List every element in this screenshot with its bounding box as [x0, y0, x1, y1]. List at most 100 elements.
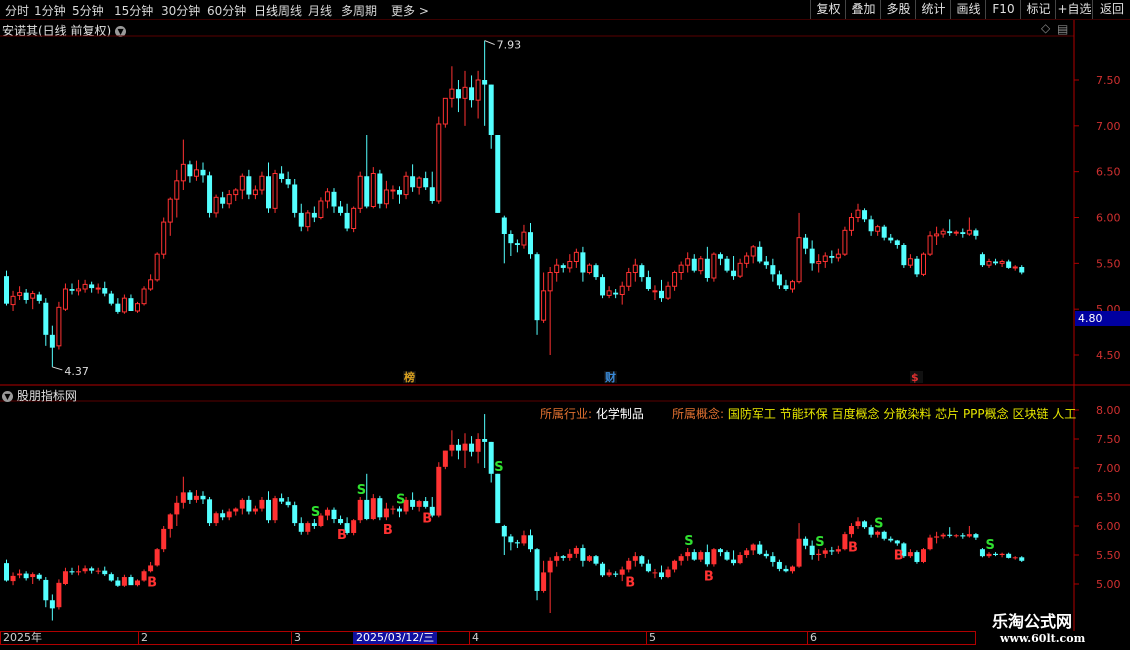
candle-body — [397, 190, 402, 195]
candle-body — [252, 508, 258, 512]
chevron-down-icon[interactable]: ▼ — [2, 391, 13, 402]
indicator-candle — [148, 561, 154, 573]
indicator-candle — [704, 544, 710, 567]
candle-body — [763, 261, 769, 266]
candle-body — [966, 534, 972, 537]
main-candle — [370, 167, 376, 209]
indicator-candle — [95, 567, 101, 575]
indicator-candle — [966, 526, 972, 538]
indicator-candle — [1012, 556, 1018, 560]
date-label-feb: 2 — [138, 632, 148, 644]
signal-s-1: S — [311, 505, 320, 520]
candlestick-chart[interactable]: 7.50 7.00 6.50 6.00 5.50 5.00 4.50 8.00 7.50 7.00… — [0, 0, 1130, 650]
candle-body — [750, 544, 756, 551]
candle-body — [514, 243, 520, 245]
candle-body — [659, 290, 664, 299]
candle-body — [914, 258, 920, 275]
main-candle — [803, 234, 809, 255]
candle-body — [292, 505, 298, 524]
candle-body — [292, 184, 298, 213]
candle-body — [462, 443, 468, 451]
indicator-candle — [17, 569, 23, 579]
candle-body — [999, 261, 1005, 264]
candle-body — [128, 577, 134, 586]
candle-body — [121, 297, 127, 313]
main-candle — [154, 252, 160, 282]
candle-body — [357, 499, 363, 521]
main-candle — [914, 256, 920, 278]
main-candle — [239, 173, 245, 200]
indicator-candle — [842, 531, 848, 551]
candle-body — [783, 568, 789, 572]
main-candle — [645, 270, 651, 291]
ind-y-tick-0: 8.00 — [1096, 404, 1121, 417]
indicator-candle — [436, 462, 442, 518]
candle-body — [226, 194, 232, 205]
candle-body — [49, 600, 55, 609]
date-axis[interactable]: 2025年 2 3 2025/03/12/三 4 5 6 — [0, 631, 976, 645]
indicator-candle — [763, 550, 769, 559]
main-candle — [593, 263, 599, 280]
main-candle — [567, 254, 573, 273]
main-candle — [416, 176, 422, 195]
candle-body — [999, 553, 1005, 555]
main-candle — [102, 281, 108, 297]
indicator-candle — [999, 552, 1005, 558]
candle-body — [534, 254, 540, 321]
main-candle — [678, 261, 684, 280]
candle-body — [842, 229, 848, 255]
main-candle — [305, 210, 311, 232]
candle-body — [377, 498, 383, 518]
candle-body — [790, 281, 795, 290]
candle-body — [30, 293, 36, 299]
candle-body — [193, 495, 199, 500]
concept-label: 所属概念: — [672, 407, 725, 421]
main-candle — [927, 231, 933, 256]
indicator-candle — [56, 579, 62, 610]
candle-body — [62, 288, 68, 310]
ind-y-tick-1: 7.50 — [1096, 433, 1121, 446]
indicator-candle — [698, 550, 704, 562]
candle-body — [17, 292, 23, 296]
low-price-label: 4.37 — [64, 365, 89, 378]
main-candle — [1012, 265, 1018, 271]
candle-body — [979, 549, 985, 557]
candle-body — [704, 258, 710, 278]
indicator-candle — [135, 579, 140, 587]
candle-body — [816, 261, 822, 264]
candle-body — [128, 298, 134, 311]
candle-body — [233, 508, 239, 512]
candle-body — [822, 550, 828, 554]
indicator-candle — [482, 414, 488, 468]
candle-body — [475, 439, 481, 452]
main-candle — [514, 239, 520, 253]
indicator-candle — [691, 549, 697, 561]
indicator-candle — [423, 497, 429, 509]
candle-body — [390, 189, 396, 192]
main-candle — [541, 272, 547, 323]
candle-body — [69, 289, 75, 291]
candle-body — [469, 87, 475, 101]
candle-body — [803, 538, 809, 546]
indicator-candle — [180, 476, 186, 509]
indicator-candle — [534, 548, 540, 601]
main-candle — [482, 40, 488, 126]
indicator-candle — [881, 530, 887, 541]
signal-s-7: S — [494, 460, 503, 475]
indicator-candle — [36, 572, 42, 581]
candle-body — [311, 212, 317, 218]
candle-body — [875, 531, 881, 535]
candle-body — [593, 265, 599, 278]
candle-body — [1006, 261, 1012, 268]
main-candle — [344, 203, 350, 232]
main-candle — [770, 258, 776, 282]
candle-body — [842, 534, 848, 550]
candle-body — [95, 570, 101, 572]
indicator-candle — [233, 507, 239, 516]
candle-body — [737, 555, 743, 564]
main-y-tick-0: 7.50 — [1096, 74, 1121, 87]
candle-body — [226, 511, 232, 518]
candle-body — [180, 492, 186, 503]
signal-s-15: S — [986, 538, 995, 553]
main-candle — [292, 179, 298, 218]
